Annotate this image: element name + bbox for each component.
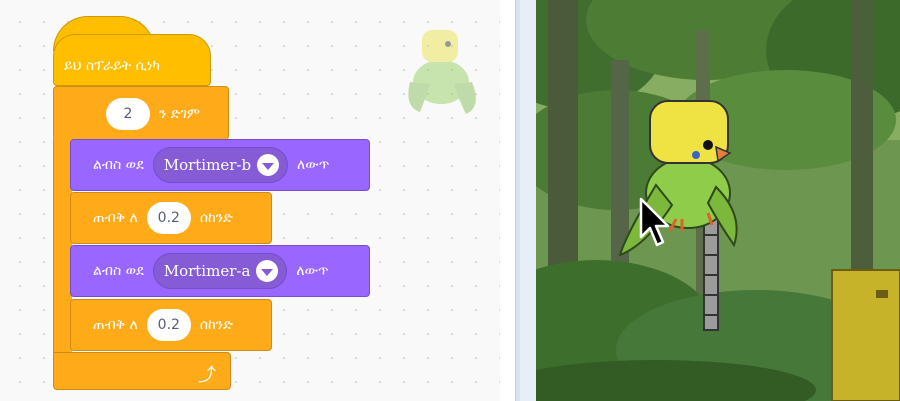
switch-costume-block[interactable]: ልብስ ወደ Mortimer-b ለውጥ — [70, 139, 370, 191]
costume-dropdown[interactable]: Mortimer-b — [152, 147, 289, 183]
chevron-down-icon — [257, 154, 280, 176]
costume-dropdown-value: Mortimer-b — [163, 156, 252, 174]
wait-block[interactable]: ጠብቅ ለ 0.2 ሰከንድ — [70, 299, 272, 351]
switch-costume-suffix: ለውጥ — [297, 157, 330, 173]
mouse-cursor-icon — [639, 197, 670, 247]
repeat-count-input[interactable]: 2 — [106, 97, 150, 130]
chevron-down-icon — [256, 260, 279, 282]
when-sprite-clicked-block[interactable]: ይህ ስፕራይት ሲነካ — [53, 34, 211, 86]
repeat-block[interactable]: 2 ን ድገም — [53, 86, 229, 140]
costume-dropdown[interactable]: Mortimer-a — [152, 253, 288, 289]
wait-suffix: ሰከንድ — [199, 210, 233, 226]
sprite-ghost-icon — [408, 30, 476, 114]
panel-gap — [520, 0, 536, 401]
code-workspace[interactable]: ይህ ስፕራይት ሲነካ 2 ን ድገም ⤴ ልብስ ወደ Mortimer-b… — [0, 0, 515, 401]
wait-block[interactable]: ጠብቅ ለ 0.2 ሰከንድ — [70, 192, 272, 244]
switch-costume-block[interactable]: ልብስ ወደ Mortimer-a ለውጥ — [70, 245, 370, 297]
switch-costume-label: ልብስ ወደ — [93, 263, 144, 279]
switch-costume-label: ልብስ ወደ — [93, 157, 144, 173]
workspace-scrollbar[interactable] — [500, 0, 515, 401]
wait-seconds-input[interactable]: 0.2 — [146, 309, 191, 341]
wait-seconds-input[interactable]: 0.2 — [146, 202, 191, 234]
wait-suffix: ሰከንድ — [199, 317, 233, 333]
wait-label: ጠብቅ ለ — [93, 210, 138, 226]
wait-label: ጠብቅ ለ — [93, 317, 138, 333]
switch-costume-suffix: ለውጥ — [296, 263, 329, 279]
repeat-label: ን ድገም — [159, 105, 200, 122]
costume-dropdown-value: Mortimer-a — [163, 262, 251, 280]
loop-arrow-icon: ⤴ — [198, 365, 216, 386]
stage[interactable] — [536, 0, 900, 401]
hat-label: ይህ ስፕራይት ሲነካ — [64, 58, 161, 74]
parrot-sprite-icon[interactable] — [616, 95, 746, 335]
